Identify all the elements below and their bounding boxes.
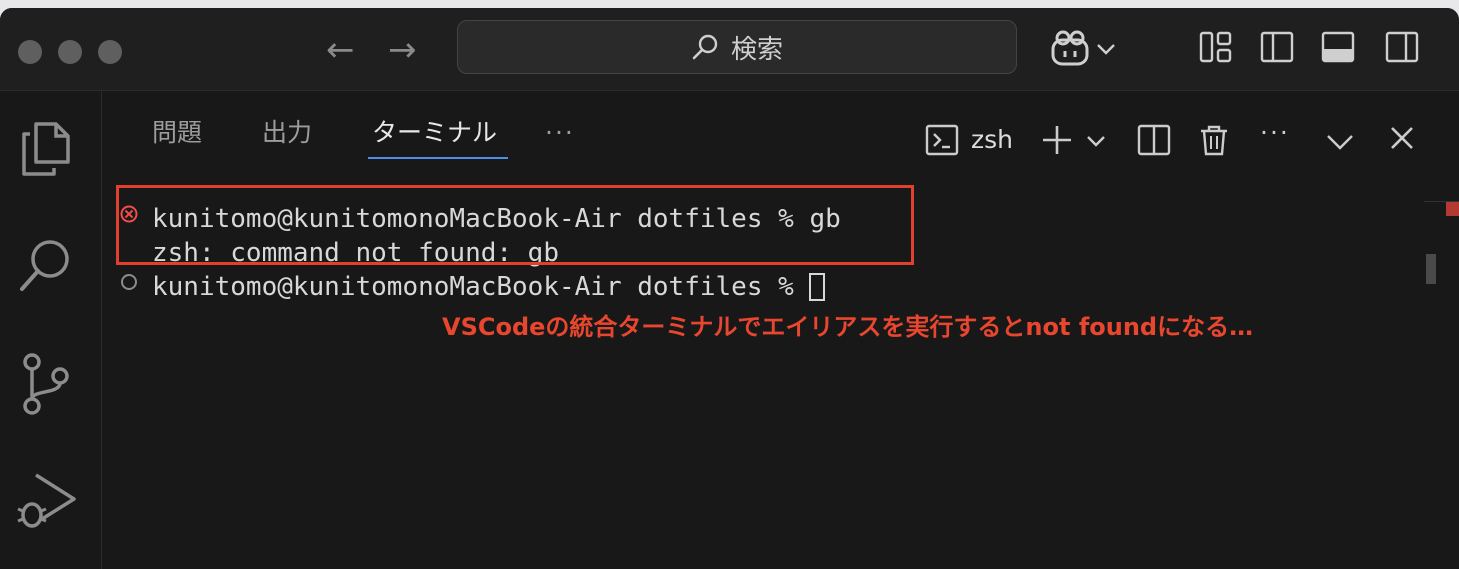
terminal-shell-icon[interactable] (925, 123, 959, 157)
more-actions-button[interactable]: ··· (1260, 118, 1290, 148)
vscode-window: ← → 検索 問題 出力 ターミナル ··· zsh ··· kunitomo@… (0, 8, 1459, 569)
customize-layout-icon[interactable] (1199, 30, 1233, 64)
explorer-files-icon[interactable] (16, 118, 76, 178)
active-tab-indicator (368, 157, 508, 159)
terminal-shell-name[interactable]: zsh (971, 125, 1013, 155)
highlight-box (116, 185, 914, 265)
terminal-cursor (809, 273, 826, 301)
search-icon[interactable] (16, 237, 76, 297)
tab-problems[interactable]: 問題 (152, 118, 202, 148)
terminal-scrollbar[interactable] (1426, 254, 1436, 284)
command-decoration-icon[interactable] (120, 273, 138, 291)
run-and-debug-icon[interactable] (16, 469, 80, 533)
terminal-line: kunitomo@kunitomonoMacBook-Air dotfiles … (152, 272, 810, 302)
more-tabs-button[interactable]: ··· (545, 118, 575, 148)
copilot-icon[interactable] (1048, 30, 1092, 70)
toggle-secondary-sidebar-icon[interactable] (1385, 30, 1419, 64)
search-icon (692, 34, 718, 60)
close-window-button[interactable] (18, 40, 42, 64)
zoom-window-button[interactable] (98, 40, 122, 64)
forward-arrow-icon[interactable]: → (388, 30, 417, 70)
command-search-box[interactable]: 検索 (457, 20, 1017, 74)
chevron-down-icon[interactable] (1326, 133, 1354, 151)
title-bar: ← → 検索 (0, 8, 1459, 91)
trash-icon[interactable] (1197, 123, 1231, 157)
close-icon[interactable] (1389, 125, 1415, 151)
tab-terminal[interactable]: ターミナル (372, 118, 497, 148)
chevron-down-icon[interactable] (1096, 42, 1116, 56)
annotation-text: VSCodeの統合ターミナルでエイリアスを実行するとnot foundになる… (442, 313, 1254, 341)
source-control-icon[interactable] (16, 352, 76, 418)
minimize-window-button[interactable] (58, 40, 82, 64)
toggle-primary-sidebar-icon[interactable] (1260, 30, 1294, 64)
search-placeholder: 検索 (730, 34, 783, 65)
tab-output[interactable]: 出力 (262, 118, 312, 148)
toggle-panel-icon[interactable] (1321, 30, 1355, 64)
back-arrow-icon[interactable]: ← (326, 30, 355, 70)
activity-bar (0, 91, 102, 569)
split-terminal-icon[interactable] (1137, 123, 1171, 157)
terminal-prompt-line: kunitomo@kunitomonoMacBook-Air dotfiles … (152, 270, 826, 304)
error-marker (1446, 202, 1459, 216)
new-terminal-plus-icon[interactable] (1040, 123, 1074, 157)
chevron-down-icon[interactable] (1086, 134, 1106, 148)
